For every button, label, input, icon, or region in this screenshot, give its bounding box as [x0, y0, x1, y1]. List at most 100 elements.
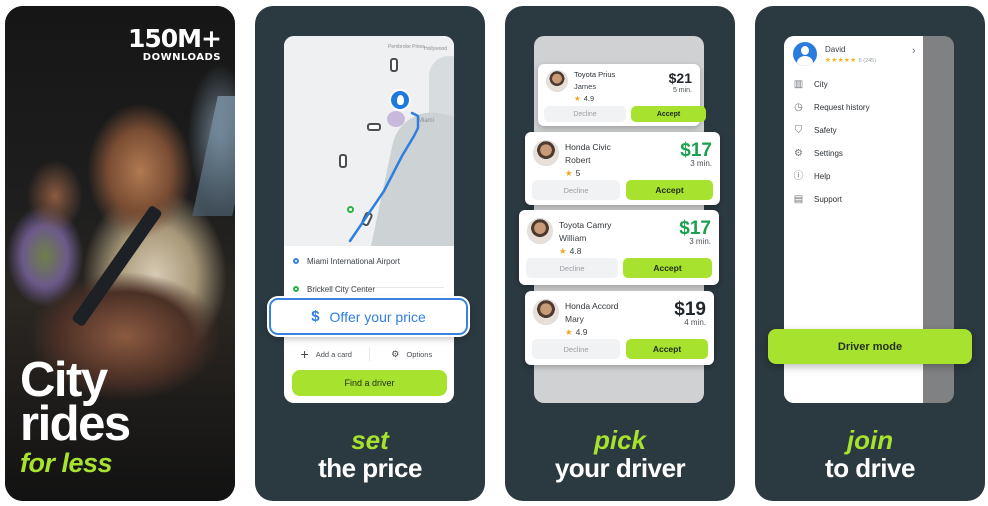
menu-item-help[interactable]: ⓘ Help — [793, 167, 831, 185]
driver-name: James — [574, 82, 597, 91]
decline-button[interactable]: Decline — [526, 258, 618, 278]
menu-item-support[interactable]: ▤ Support — [793, 190, 842, 208]
driver-name: William — [559, 233, 587, 243]
accept-button[interactable]: Accept — [623, 258, 712, 278]
sliders-icon: ⚙ — [391, 348, 400, 359]
driver-rating: ★ 5 — [565, 168, 580, 179]
options-button[interactable]: ⚙ Options — [370, 343, 455, 365]
car-model: Honda Accord — [565, 301, 619, 311]
caption: pick your driver — [505, 426, 735, 482]
profile-rating: 5 (245) — [858, 58, 877, 64]
seatbelt — [71, 204, 163, 328]
clock-icon: ◷ — [794, 101, 803, 113]
downloads-label: DOWNLOADS — [142, 52, 221, 63]
driver-avatar — [546, 70, 568, 92]
driver-name: Mary — [565, 314, 584, 324]
decline-button[interactable]: Decline — [532, 180, 620, 200]
menu-item-settings[interactable]: ⚙ Settings — [793, 144, 843, 162]
driver-rating: ★ 4.9 — [574, 94, 594, 103]
gear-icon: ⚙ — [794, 147, 803, 159]
offer-price-field[interactable]: $ Offer your price — [269, 298, 468, 335]
decline-button[interactable]: Decline — [532, 339, 620, 359]
info-icon: ⓘ — [793, 170, 804, 182]
downloads-badge: 150M+ DOWNLOADS — [127, 24, 222, 64]
star-icon: ★ — [565, 327, 573, 337]
downloads-count: 150M+ — [127, 24, 222, 53]
menu-item-label: Settings — [814, 148, 843, 158]
caption-main: your driver — [554, 453, 686, 483]
offer-eta: 3 min. — [689, 237, 711, 246]
dollar-icon: $ — [311, 308, 320, 325]
caption: set the price — [255, 426, 485, 482]
car-model: Toyota Camry — [559, 220, 612, 230]
options-label: Options — [406, 349, 433, 359]
to-address: Brickell City Center — [307, 284, 376, 294]
from-dot-icon — [293, 258, 299, 264]
from-address-field[interactable]: Miami International Airport — [284, 250, 454, 272]
car-window — [192, 96, 235, 216]
headline-line2: rides — [20, 397, 131, 451]
offer-eta: 5 min. — [672, 87, 692, 94]
add-card-label: Add a card — [315, 349, 352, 359]
driver-name: Robert — [565, 155, 591, 165]
phone-screen-order: Pembroke Pines Hollywood Miami Homestead… — [284, 36, 454, 403]
caption-main: the price — [318, 453, 422, 483]
star-icon: ★ — [559, 246, 567, 256]
offer-eta: 4 min. — [684, 318, 706, 327]
shield-icon: ⛉ — [794, 124, 803, 136]
route-map[interactable]: Pembroke Pines Hollywood Miami Homestead — [284, 36, 454, 246]
city-icon: ▥ — [793, 78, 804, 90]
rating-value: 4.8 — [569, 246, 582, 256]
driver-avatar — [527, 218, 553, 244]
menu-item-city[interactable]: ▥ City — [793, 75, 828, 93]
rating-value: 4.9 — [583, 94, 595, 103]
accept-button[interactable]: Accept — [631, 106, 706, 122]
offer-eta: 3 min. — [690, 159, 712, 168]
decline-button[interactable]: Decline — [544, 106, 626, 122]
pickup-halo — [387, 111, 405, 127]
profile-stars: ★★★★★ 5 (245) — [825, 56, 876, 64]
plus-icon: + — [300, 346, 309, 362]
car-model: Honda Civic — [565, 142, 611, 152]
offer-price: $21 — [668, 70, 692, 86]
promo-panel-pick-driver: Toyota Prius James ★ 4.9 $21 5 min. Decli… — [505, 6, 735, 501]
driver-mode-button[interactable]: Driver mode — [768, 329, 972, 364]
chat-icon: ▤ — [793, 193, 804, 205]
driver-avatar — [533, 299, 559, 325]
caption-accent: set — [351, 425, 389, 455]
to-address-field[interactable]: Brickell City Center — [284, 278, 454, 300]
rating-value: 5 — [575, 168, 581, 178]
driver-avatar — [533, 140, 559, 166]
driver-rating: ★ 4.8 — [559, 246, 581, 257]
caption-accent: join — [846, 425, 894, 455]
driver-offer-card: Honda Civic Robert ★ 5 $17 3 min. Decline… — [525, 132, 720, 205]
promo-panel-set-price: Pembroke Pines Hollywood Miami Homestead… — [255, 6, 485, 501]
profile-name: David — [825, 45, 846, 54]
caption: join to drive — [755, 426, 985, 482]
find-driver-button[interactable]: Find a driver — [292, 370, 447, 396]
car-model: Toyota Prius — [574, 70, 616, 79]
payment-options-row: + Add a card ⚙ Options — [284, 343, 454, 365]
headline: City rides for less — [20, 353, 131, 480]
route-line — [348, 111, 420, 243]
menu-item-request-history[interactable]: ◷ Request history — [793, 98, 870, 116]
star-icon: ★ — [565, 168, 573, 178]
promo-panel-city-rides: 150M+ DOWNLOADS City rides for less — [5, 6, 235, 501]
origin-marker-icon — [347, 206, 354, 213]
menu-item-label: Support — [814, 194, 843, 204]
accept-button[interactable]: Accept — [626, 339, 708, 359]
menu-item-safety[interactable]: ⛉ Safety — [793, 121, 837, 139]
promo-panel-join-drive: David ★★★★★ 5 (245) › ▥ City ◷ Request hi… — [755, 6, 985, 501]
accept-button[interactable]: Accept — [626, 180, 713, 200]
menu-item-label: Request history — [814, 102, 870, 112]
stars-icon: ★★★★★ — [825, 57, 857, 64]
add-card-button[interactable]: + Add a card — [284, 343, 369, 365]
menu-item-label: Safety — [814, 125, 837, 135]
headline-line1: City — [20, 353, 108, 407]
menu-item-label: Help — [814, 171, 831, 181]
caption-accent: pick — [593, 425, 647, 455]
driver-offer-card: Honda Accord Mary ★ 4.9 $19 4 min. Declin… — [525, 291, 714, 365]
driver-rating: ★ 4.9 — [565, 327, 587, 338]
chevron-right-icon: › — [912, 45, 916, 57]
driver-offer-card: Toyota Prius James ★ 4.9 $21 5 min. Decli… — [538, 64, 706, 126]
